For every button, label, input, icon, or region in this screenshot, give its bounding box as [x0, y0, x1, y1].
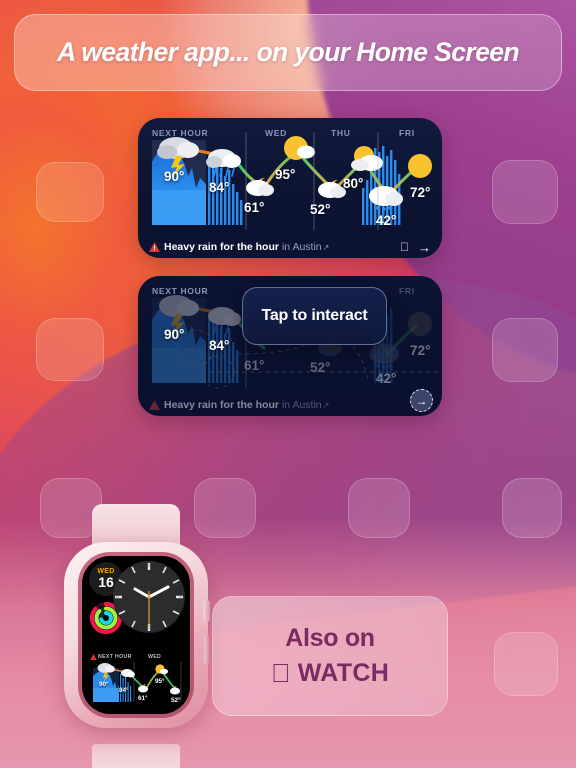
watch-temp-value: 61°	[138, 695, 148, 702]
page-title: A weather app... on your Home Screen	[57, 37, 520, 67]
rain-cloud-icon	[206, 149, 241, 177]
temp-value: 84°	[209, 180, 230, 195]
tap-to-interact-overlay[interactable]: Tap to interact	[242, 287, 387, 345]
weather-widget-dimmed[interactable]: NEXT HOUR FRI 90° 84° 61° 52° 42° 72° Ta…	[138, 276, 442, 416]
watch-temp-value: 90°	[99, 681, 109, 688]
temp-value: 84°	[209, 338, 230, 353]
watch-brand-label:  WATCH	[271, 659, 389, 688]
warning-triangle-icon	[90, 654, 97, 660]
sun-icon	[284, 136, 315, 160]
widget-status-bar: Heavy rain for the hour in Austin ↗  →	[138, 236, 442, 258]
watch-temp-value: 84°	[119, 687, 129, 694]
temp-value: 61°	[244, 358, 265, 373]
app-icon-8[interactable]	[502, 478, 562, 538]
arrow-right-icon[interactable]: →	[418, 241, 431, 254]
warning-triangle-icon	[149, 242, 160, 252]
temp-value: 90°	[164, 327, 185, 342]
temp-value: 42°	[376, 213, 397, 228]
temp-value: 72°	[410, 343, 431, 358]
watch-band-bottom	[92, 744, 180, 768]
temp-value: 42°	[376, 371, 397, 386]
also-on-watch-panel: Also on  WATCH	[212, 596, 448, 716]
location-arrow-icon: ↗	[322, 400, 330, 410]
temp-value: 80°	[343, 176, 364, 191]
app-icon-3[interactable]	[492, 160, 558, 224]
apple-logo-icon: 	[400, 241, 409, 253]
temp-value: 95°	[275, 167, 296, 182]
sun-icon	[408, 154, 432, 178]
section-label-next-hour: NEXT HOUR	[152, 128, 209, 138]
app-icon-4[interactable]	[492, 318, 558, 382]
temp-value: 90°	[164, 169, 185, 184]
section-label-wed: WED	[265, 128, 287, 138]
app-icon-7[interactable]	[348, 478, 410, 538]
watch-temp-value: 52°	[171, 697, 181, 704]
watch-temp-value: 95°	[155, 678, 165, 685]
watch-section-label-wed: WED	[148, 654, 162, 660]
arrow-right-icon[interactable]: →	[410, 389, 433, 412]
watch-word: WATCH	[287, 659, 389, 687]
widget-status-bar-dimmed: Heavy rain for the hour in Austin ↗	[138, 394, 442, 416]
side-button[interactable]	[204, 634, 209, 664]
watch-date-number: 16	[98, 574, 114, 591]
watch-bezel: WED 16 NEXT HOUR WED 90° 84° 61° 95° 52°	[78, 552, 194, 718]
also-on-label: Also on	[285, 624, 375, 652]
status-headline: Heavy rain for the hour	[164, 399, 279, 411]
apple-watch-device: WED 16 NEXT HOUR WED 90° 84° 61° 95° 52°	[56, 504, 216, 768]
watch-screen[interactable]: WED 16 NEXT HOUR WED 90° 84° 61° 95° 52°	[82, 556, 190, 714]
watch-section-label-next-hour: NEXT HOUR	[98, 654, 132, 660]
section-label-fri: FRI	[399, 128, 415, 138]
app-icon-9[interactable]	[494, 632, 558, 696]
apple-logo-icon: 	[271, 660, 291, 686]
digital-crown[interactable]	[203, 600, 210, 622]
app-icon-2[interactable]	[36, 318, 104, 381]
location-arrow-icon: ↗	[322, 242, 330, 252]
analog-clock-complication[interactable]	[113, 561, 185, 633]
status-location: in Austin	[281, 241, 322, 253]
weather-widget-interactive[interactable]: NEXT HOUR WED THU FRI 90° 84° 61° 95° 52…	[138, 118, 442, 258]
temp-value: 52°	[310, 360, 331, 375]
tap-to-interact-label: Tap to interact	[261, 307, 368, 324]
section-label-fri: FRI	[399, 286, 415, 296]
temp-value: 52°	[310, 202, 331, 217]
status-location: in Austin	[281, 399, 322, 411]
warning-triangle-icon	[149, 400, 160, 410]
app-icon-1[interactable]	[36, 162, 104, 222]
header-banner: A weather app... on your Home Screen	[14, 14, 562, 91]
temp-value: 72°	[410, 185, 431, 200]
temp-value: 61°	[244, 200, 265, 215]
app-icon-6[interactable]	[194, 478, 256, 538]
section-label-thu: THU	[331, 128, 351, 138]
section-label-next-hour: NEXT HOUR	[152, 286, 209, 296]
status-headline: Heavy rain for the hour	[164, 241, 279, 253]
watch-case: WED 16 NEXT HOUR WED 90° 84° 61° 95° 52°	[64, 542, 210, 728]
watch-weather-complication[interactable]: NEXT HOUR WED 90° 84° 61° 95° 52°	[87, 654, 185, 706]
